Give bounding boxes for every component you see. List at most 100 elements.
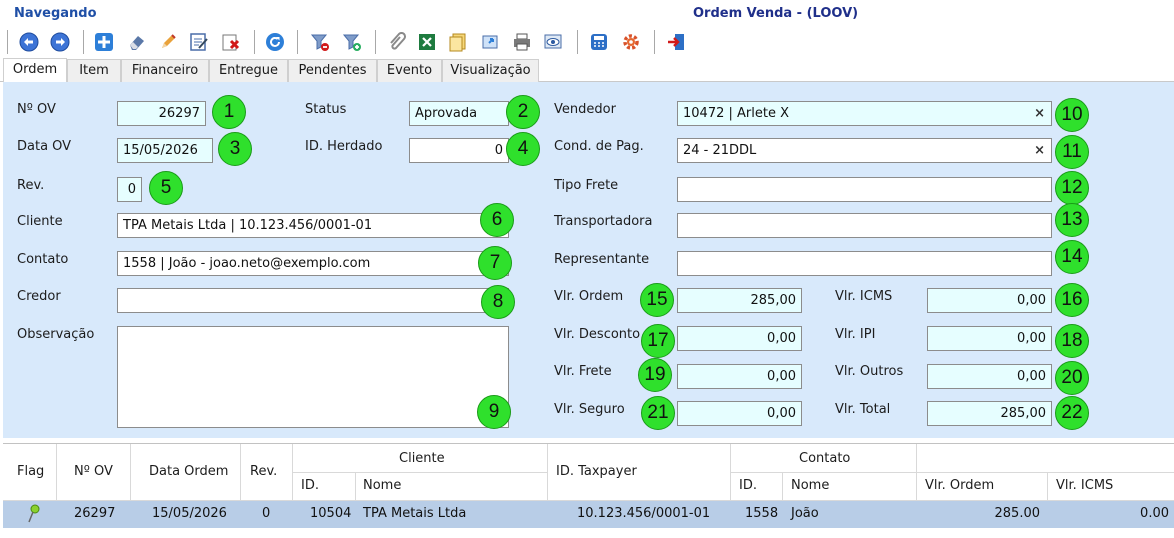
cond-pag-field[interactable]: 24 - 21DDL × bbox=[677, 138, 1052, 163]
gear-icon bbox=[623, 34, 639, 50]
back-button[interactable] bbox=[16, 29, 42, 55]
documents-button[interactable] bbox=[445, 29, 471, 55]
clear-button[interactable] bbox=[124, 29, 150, 55]
contato-label: Contato bbox=[17, 252, 69, 267]
edit-button[interactable] bbox=[155, 29, 181, 55]
representante-field[interactable] bbox=[677, 251, 1052, 276]
col-header-rev[interactable]: Rev. bbox=[250, 464, 277, 479]
no-ov-field[interactable]: 26297 bbox=[117, 101, 206, 126]
cliente-field[interactable]: TPA Metais Ltda | 10.123.456/0001-01 bbox=[117, 213, 509, 238]
print-button[interactable] bbox=[509, 29, 535, 55]
tab-financeiro[interactable]: Financeiro bbox=[121, 59, 209, 82]
col-header-cliente-id[interactable]: ID. bbox=[301, 478, 319, 493]
data-ov-field[interactable]: 15/05/2026 bbox=[117, 138, 213, 163]
vendedor-label: Vendedor bbox=[554, 102, 616, 117]
tab-visualizacao[interactable]: Visualização bbox=[442, 59, 539, 82]
callout-badge: 17 bbox=[641, 324, 675, 358]
remove-filter-button[interactable] bbox=[307, 29, 333, 55]
exit-button[interactable] bbox=[663, 29, 689, 55]
tab-evento[interactable]: Evento bbox=[377, 59, 442, 82]
transfer-icon bbox=[482, 35, 498, 49]
vlr-outros-label: Vlr. Outros bbox=[835, 364, 904, 379]
tab-ordem[interactable]: Ordem bbox=[3, 58, 67, 82]
calculator-button[interactable] bbox=[586, 29, 612, 55]
callout-badge: 12 bbox=[1055, 171, 1089, 205]
vlr-desconto-field[interactable]: 0,00 bbox=[677, 326, 802, 351]
col-header-vlr-ordem[interactable]: Vlr. Ordem bbox=[925, 478, 994, 493]
col-header-cliente-nome[interactable]: Nome bbox=[363, 478, 401, 493]
tab-entregue[interactable]: Entregue bbox=[209, 59, 288, 82]
clear-vendedor-icon[interactable]: × bbox=[1034, 102, 1045, 125]
edit-checklist-icon bbox=[190, 33, 208, 51]
transportadora-field[interactable] bbox=[677, 213, 1052, 238]
col-header-contato-nome[interactable]: Nome bbox=[791, 478, 829, 493]
vlr-ordem-field[interactable]: 285,00 bbox=[677, 288, 802, 313]
cell-vlr-ordem: 285.00 bbox=[994, 506, 1041, 521]
vlr-outros-field[interactable]: 0,00 bbox=[927, 364, 1052, 389]
vlr-total-field[interactable]: 285,00 bbox=[927, 401, 1052, 426]
export-excel-button[interactable] bbox=[414, 29, 440, 55]
cond-pag-value: 24 - 21DDL bbox=[683, 143, 757, 158]
status-field[interactable]: Aprovada bbox=[409, 101, 509, 126]
observacao-textarea[interactable] bbox=[117, 326, 509, 428]
tab-pendentes[interactable]: Pendentes bbox=[288, 59, 377, 82]
cell-no-ov: 26297 bbox=[74, 506, 116, 521]
exit-icon bbox=[668, 34, 684, 50]
vendedor-field[interactable]: 10472 | Arlete X × bbox=[677, 101, 1052, 126]
title-bar: Navegando Ordem Venda - (LOOV) bbox=[0, 0, 1174, 28]
preview-button[interactable] bbox=[540, 29, 566, 55]
vlr-desconto-label: Vlr. Desconto bbox=[554, 327, 641, 342]
callout-badge: 15 bbox=[640, 283, 674, 317]
status-label: Status bbox=[305, 102, 347, 117]
col-group-cliente: Cliente bbox=[399, 451, 445, 466]
rev-field[interactable]: 0 bbox=[117, 177, 142, 202]
delete-button[interactable] bbox=[218, 29, 244, 55]
refresh-button[interactable] bbox=[262, 29, 288, 55]
cell-cliente-nome: TPA Metais Ltda bbox=[363, 506, 467, 521]
vendedor-value: 10472 | Arlete X bbox=[683, 106, 789, 121]
col-header-data-ordem[interactable]: Data Ordem bbox=[149, 464, 228, 479]
add-filter-button[interactable] bbox=[339, 29, 365, 55]
attach-button[interactable] bbox=[384, 29, 410, 55]
add-button[interactable] bbox=[91, 29, 117, 55]
toolbar-separator bbox=[83, 30, 84, 54]
transfer-button[interactable] bbox=[478, 29, 504, 55]
back-arrow-icon bbox=[19, 32, 39, 52]
vlr-seguro-field[interactable]: 0,00 bbox=[677, 401, 802, 426]
col-header-id-taxpayer[interactable]: ID. Taxpayer bbox=[556, 464, 637, 479]
settings-button[interactable] bbox=[618, 29, 644, 55]
col-header-vlr-icms[interactable]: Vlr. ICMS bbox=[1056, 478, 1113, 493]
id-herdado-field[interactable]: 0 bbox=[409, 138, 509, 163]
id-herdado-label: ID. Herdado bbox=[305, 139, 383, 154]
printer-icon bbox=[514, 33, 530, 51]
callout-badge: 11 bbox=[1055, 135, 1089, 169]
forward-arrow-icon bbox=[50, 32, 70, 52]
col-header-contato-id[interactable]: ID. bbox=[739, 478, 757, 493]
vlr-frete-field[interactable]: 0,00 bbox=[677, 364, 802, 389]
callout-badge: 19 bbox=[638, 358, 672, 392]
col-header-no-ov[interactable]: Nº OV bbox=[74, 464, 113, 479]
tab-item[interactable]: Item bbox=[67, 59, 121, 82]
table-row[interactable]: 26297 15/05/2026 0 10504 TPA Metais Ltda… bbox=[3, 501, 1174, 528]
grid-line bbox=[292, 472, 547, 473]
credor-field[interactable] bbox=[117, 288, 509, 313]
toolbar bbox=[0, 28, 1174, 58]
tipo-frete-field[interactable] bbox=[677, 177, 1052, 202]
col-header-flag[interactable]: Flag bbox=[17, 464, 44, 479]
clear-cond-pag-icon[interactable]: × bbox=[1034, 139, 1045, 162]
vlr-ipi-field[interactable]: 0,00 bbox=[927, 326, 1052, 351]
vlr-frete-label: Vlr. Frete bbox=[554, 364, 612, 379]
vlr-icms-field[interactable]: 0,00 bbox=[927, 288, 1052, 313]
forward-button[interactable] bbox=[47, 29, 73, 55]
vlr-total-label: Vlr. Total bbox=[835, 402, 891, 417]
contato-field[interactable]: 1558 | João - joao.neto@exemplo.com bbox=[117, 251, 509, 276]
cell-vlr-icms: 0.00 bbox=[1140, 506, 1169, 521]
orders-grid: Flag Nº OV Data Ordem Rev. Cliente ID. N… bbox=[3, 443, 1174, 538]
eraser-icon bbox=[130, 36, 144, 50]
flag-pin-icon[interactable] bbox=[26, 501, 40, 535]
edit-list-button[interactable] bbox=[186, 29, 212, 55]
tipo-frete-label: Tipo Frete bbox=[554, 178, 619, 193]
cell-id-taxpayer: 10.123.456/0001-01 bbox=[577, 506, 711, 521]
callout-badge: 1 bbox=[212, 95, 246, 129]
calculator-icon bbox=[591, 34, 607, 50]
